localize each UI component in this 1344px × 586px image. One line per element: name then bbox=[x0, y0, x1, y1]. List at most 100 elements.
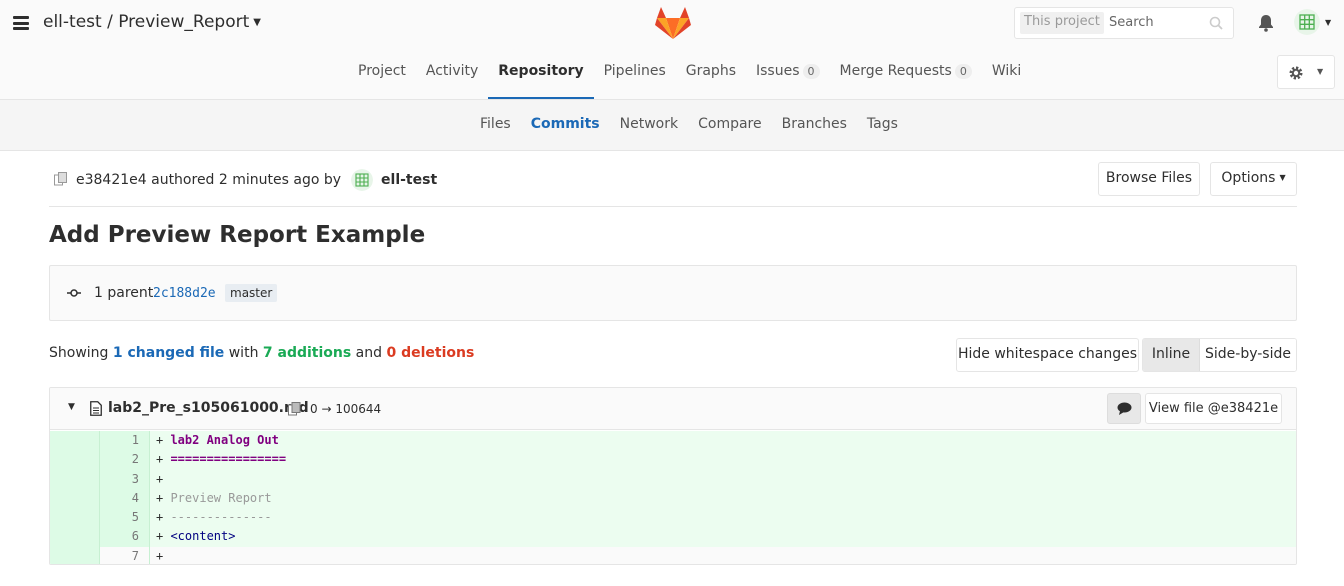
chevron-down-icon: ▼ bbox=[1317, 67, 1324, 76]
notifications-bell-icon[interactable] bbox=[1256, 13, 1276, 33]
nav-label: Pipelines bbox=[603, 63, 666, 79]
new-line-number[interactable]: 7 bbox=[100, 546, 150, 564]
file-name-link[interactable]: lab2_Pre_s105061000.md bbox=[108, 400, 309, 416]
subnav-branches[interactable]: Branches bbox=[772, 116, 857, 132]
new-line-number[interactable]: 2 bbox=[100, 450, 150, 470]
old-line-number[interactable] bbox=[50, 546, 100, 564]
line-text: <content> bbox=[170, 529, 236, 544]
divider bbox=[49, 206, 1297, 207]
nav-activity[interactable]: Activity bbox=[416, 52, 488, 99]
old-line-number[interactable] bbox=[50, 527, 100, 547]
file-mode-change: 0 → 100644 bbox=[310, 402, 382, 416]
project-path[interactable]: ell-test / Preview_Report bbox=[43, 12, 249, 32]
copy-clipboard-icon[interactable] bbox=[54, 172, 68, 188]
collapse-toggle-icon[interactable]: ▼ bbox=[68, 402, 75, 412]
toggle-comments-button[interactable] bbox=[1107, 393, 1141, 424]
changed-files-link[interactable]: 1 changed file bbox=[113, 345, 224, 361]
diff-file-header: ▼ lab2_Pre_s105061000.md 0 → 100644 View… bbox=[50, 388, 1296, 430]
line-text: lab2 Analog Out bbox=[170, 433, 279, 447]
side-by-side-view-button[interactable]: Side-by-side bbox=[1200, 339, 1296, 371]
browse-files-button[interactable]: Browse Files bbox=[1098, 162, 1200, 196]
nav-pipelines[interactable]: Pipelines bbox=[594, 52, 676, 99]
line-content: + -------------- bbox=[156, 508, 272, 527]
commit-node-icon bbox=[67, 289, 81, 297]
search-box[interactable]: This project Search bbox=[1014, 7, 1234, 39]
diff-line: 5 + -------------- bbox=[50, 508, 1296, 528]
diff-line: 2 + ================ bbox=[50, 450, 1296, 470]
subnav-network[interactable]: Network bbox=[610, 116, 688, 132]
author-avatar[interactable] bbox=[351, 169, 374, 191]
search-icon bbox=[1209, 16, 1223, 30]
old-line-number[interactable] bbox=[50, 450, 100, 470]
search-scope[interactable]: This project bbox=[1020, 12, 1104, 34]
line-prefix: + bbox=[156, 490, 171, 505]
project-nav: Project Activity Repository Pipelines Gr… bbox=[348, 52, 1031, 99]
nav-label: Graphs bbox=[685, 63, 736, 79]
additions-count: 7 additions bbox=[262, 345, 352, 361]
copy-clipboard-icon[interactable] bbox=[288, 402, 301, 417]
diff-lines: 1 + lab2 Analog Out 2 + ================… bbox=[50, 431, 1296, 564]
nav-graphs[interactable]: Graphs bbox=[676, 52, 746, 99]
nav-label: Project bbox=[358, 63, 406, 79]
parent-sha-link[interactable]: 2c188d2e bbox=[153, 286, 216, 301]
search-input[interactable]: Search bbox=[1109, 15, 1154, 30]
nav-label: Issues bbox=[756, 63, 800, 79]
new-line-number[interactable]: 1 bbox=[100, 431, 150, 451]
line-content: + Preview Report bbox=[156, 489, 272, 508]
line-text: Preview Report bbox=[170, 490, 272, 505]
new-line-number[interactable]: 3 bbox=[100, 469, 150, 489]
nav-label: Repository bbox=[498, 63, 584, 79]
old-line-number[interactable] bbox=[50, 469, 100, 489]
line-content: + <content> bbox=[156, 527, 235, 546]
view-file-button[interactable]: View file @e38421e bbox=[1145, 393, 1282, 424]
project-settings-button[interactable]: ▼ bbox=[1277, 55, 1335, 89]
line-prefix: + bbox=[156, 433, 171, 447]
line-prefix: + bbox=[156, 510, 171, 525]
nav-project[interactable]: Project bbox=[348, 52, 416, 99]
subnav-commits[interactable]: Commits bbox=[521, 116, 610, 132]
stats-and: and bbox=[355, 345, 383, 361]
issues-count-badge: 0 bbox=[802, 64, 820, 79]
nav-merge-requests[interactable]: Merge Requests 0 bbox=[830, 52, 982, 99]
commit-title: Add Preview Report Example bbox=[49, 222, 426, 248]
diff-line: 4 + Preview Report bbox=[50, 488, 1296, 509]
hide-whitespace-button[interactable]: Hide whitespace changes bbox=[956, 338, 1139, 372]
nav-wiki[interactable]: Wiki bbox=[982, 52, 1031, 99]
old-line-number[interactable] bbox=[50, 508, 100, 528]
gitlab-logo-icon[interactable] bbox=[655, 6, 691, 40]
user-menu-chevron-icon[interactable]: ▼ bbox=[1325, 18, 1331, 27]
commit-author-link[interactable]: ell-test bbox=[381, 172, 437, 188]
nav-label: Wiki bbox=[991, 63, 1022, 79]
line-content: + ================ bbox=[156, 450, 286, 469]
comment-icon bbox=[1117, 402, 1132, 415]
new-line-number[interactable]: 5 bbox=[100, 508, 150, 528]
commit-meta: e38421e4 authored 2 minutes ago by ell-t… bbox=[54, 169, 437, 191]
diff-line: 1 + lab2 Analog Out bbox=[50, 431, 1296, 451]
subnav-files[interactable]: Files bbox=[470, 116, 521, 132]
subnav-tags[interactable]: Tags bbox=[857, 116, 908, 132]
inline-view-button[interactable]: Inline bbox=[1143, 339, 1200, 371]
diff-file: ▼ lab2_Pre_s105061000.md 0 → 100644 View… bbox=[49, 387, 1297, 565]
file-icon bbox=[90, 401, 102, 416]
repository-subnav: Files Commits Network Compare Branches T… bbox=[0, 100, 1344, 151]
hamburger-menu-icon[interactable] bbox=[13, 16, 29, 30]
project-title[interactable]: ell-test / Preview_Report ▼ bbox=[43, 12, 261, 32]
line-prefix: + bbox=[156, 529, 171, 544]
nav-repository[interactable]: Repository bbox=[488, 52, 594, 99]
user-avatar[interactable] bbox=[1294, 9, 1320, 35]
diff-line: 6 + <content> bbox=[50, 527, 1296, 547]
old-line-number[interactable] bbox=[50, 488, 100, 509]
nav-label: Activity bbox=[425, 63, 479, 79]
nav-issues[interactable]: Issues 0 bbox=[746, 52, 830, 99]
options-dropdown-button[interactable]: Options ▼ bbox=[1210, 162, 1297, 196]
parent-count: 1 parent bbox=[94, 285, 154, 301]
chevron-down-icon: ▼ bbox=[1279, 173, 1286, 182]
gear-icon bbox=[1289, 66, 1303, 80]
branch-label[interactable]: master bbox=[225, 284, 278, 302]
new-line-number[interactable]: 4 bbox=[100, 488, 150, 509]
diff-line: 3 + bbox=[50, 469, 1296, 489]
commit-meta-text: e38421e4 authored 2 minutes ago by bbox=[76, 172, 342, 188]
subnav-compare[interactable]: Compare bbox=[688, 116, 772, 132]
new-line-number[interactable]: 6 bbox=[100, 527, 150, 547]
old-line-number[interactable] bbox=[50, 431, 100, 451]
